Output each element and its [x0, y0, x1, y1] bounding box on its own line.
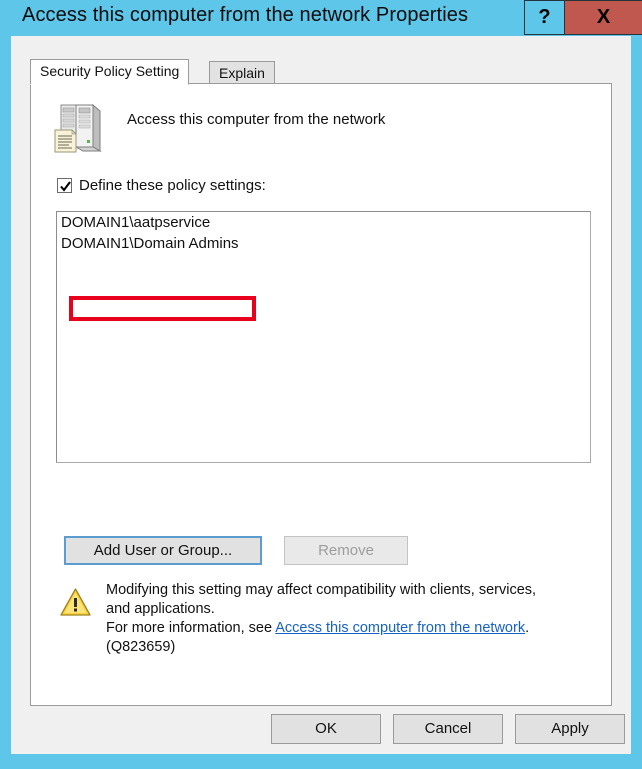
list-item[interactable]: DOMAIN1\aatpservice — [57, 212, 590, 233]
ok-button[interactable]: OK — [271, 714, 381, 744]
warning-line-4: (Q823659) — [106, 639, 176, 655]
warning-line-1: Modifying this setting may affect compat… — [106, 582, 537, 598]
define-policy-settings-checkbox[interactable] — [57, 178, 72, 193]
cancel-button[interactable]: Cancel — [393, 714, 503, 744]
window-title: Access this computer from the network Pr… — [22, 4, 469, 26]
list-item[interactable]: DOMAIN1\Domain Admins — [57, 233, 590, 254]
warning-triangle-icon — [59, 587, 92, 617]
warning-line-2: and applications. — [106, 601, 215, 617]
warning-text-block: Modifying this setting may affect compat… — [106, 581, 606, 657]
properties-dialog-window: Access this computer from the network Pr… — [0, 0, 642, 769]
dialog-command-bar: OK Cancel Apply — [11, 706, 631, 754]
close-button[interactable]: X — [564, 0, 642, 35]
warning-line-3-suffix: . — [525, 620, 530, 636]
policy-help-link[interactable]: Access this computer from the network — [275, 620, 525, 636]
tab-explain[interactable]: Explain — [209, 61, 275, 84]
server-policy-icon — [51, 102, 105, 158]
tab-security-policy-setting[interactable]: Security Policy Setting — [30, 59, 190, 85]
tab-strip: Security Policy Setting Explain — [30, 59, 612, 85]
title-bar: Access this computer from the network Pr… — [0, 0, 642, 36]
policy-setting-name: Access this computer from the network — [127, 111, 386, 128]
remove-button: Remove — [284, 536, 408, 565]
warning-line-3: For more information, see Access this co… — [106, 619, 606, 638]
warning-line-3-prefix: For more information, see — [106, 620, 276, 636]
policy-members-listbox[interactable]: DOMAIN1\aatpservice DOMAIN1\Domain Admin… — [56, 211, 591, 463]
tab-panel-security-policy-setting: Access this computer from the network De… — [30, 83, 612, 706]
apply-button[interactable]: Apply — [515, 714, 625, 744]
add-user-or-group-button[interactable]: Add User or Group... — [64, 536, 262, 565]
dialog-client-area: Security Policy Setting Explain Access t… — [11, 36, 631, 754]
define-policy-settings-label: Define these policy settings: — [79, 177, 266, 194]
help-button[interactable]: ? — [524, 0, 565, 35]
